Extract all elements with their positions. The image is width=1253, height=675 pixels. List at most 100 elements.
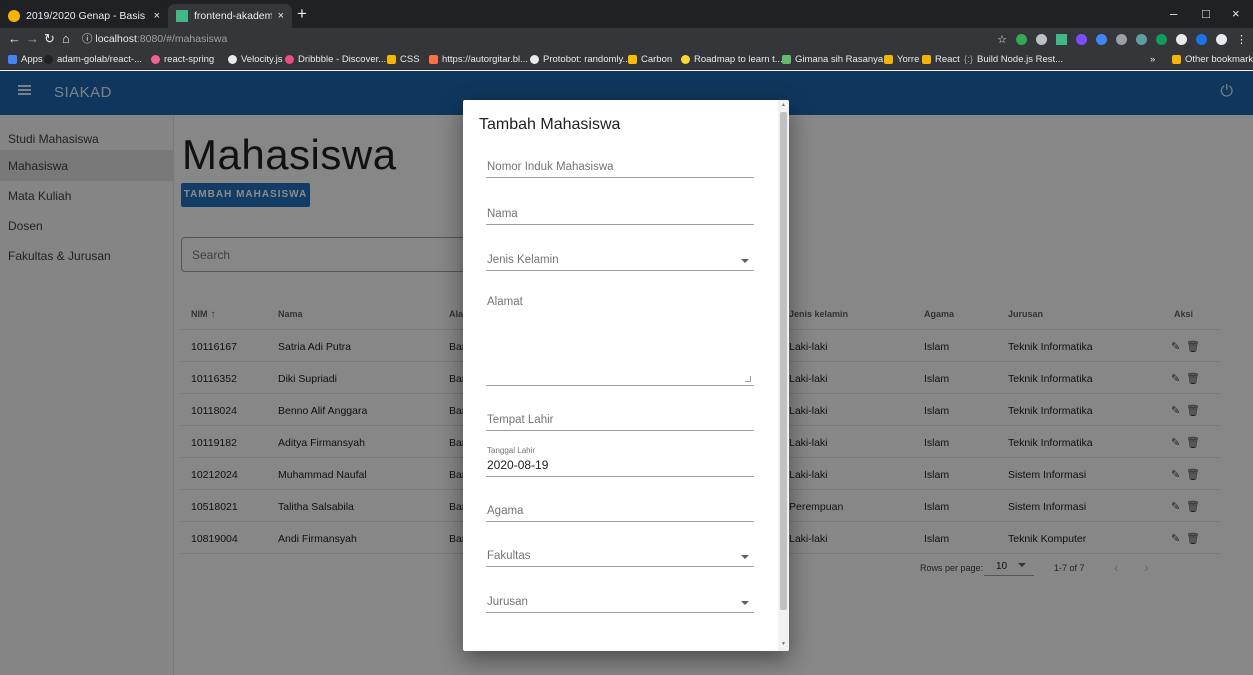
extensions-area: ☆ ⋮ [997, 32, 1247, 46]
dialog-title: Tambah Mahasiswa [479, 116, 621, 133]
fakultas-select[interactable]: Fakultas [486, 548, 754, 567]
folder-icon [922, 55, 931, 64]
tab-close-icon[interactable]: × [278, 10, 284, 22]
star-icon[interactable]: ☆ [997, 33, 1007, 46]
bookmark-item[interactable]: Gimana sih Rasanya... [782, 54, 891, 65]
extension-icon[interactable] [1076, 33, 1087, 45]
bookmarks-bar: Apps adam-golab/react-... react-spring V… [0, 50, 1253, 70]
alamat-placeholder: Alamat [487, 296, 523, 308]
bookmark-apps[interactable]: Apps [8, 54, 43, 65]
bookmark-label: Dribbble - Discover... [298, 54, 387, 65]
bookmark-label: Velocity.js [241, 54, 283, 65]
reload-button[interactable]: ↻ [44, 31, 55, 46]
bookmark-item[interactable]: {:} Build Node.js Rest... [964, 54, 1063, 65]
bookmark-label: Apps [21, 54, 43, 65]
new-tab-button[interactable]: + [297, 5, 307, 22]
tab-close-icon[interactable]: × [154, 10, 160, 22]
back-button[interactable]: ← [8, 31, 21, 46]
tempat-lahir-placeholder: Tempat Lahir [487, 414, 554, 426]
bookmark-label: CSS [400, 54, 420, 65]
address-bar[interactable]: ⓘ localhost:8080/#/mahasiswa [82, 30, 227, 48]
profile-avatar[interactable] [1216, 33, 1227, 45]
folder-icon [1172, 55, 1181, 64]
resize-handle-icon[interactable] [745, 376, 751, 382]
scroll-down-arrow-icon[interactable]: ▼ [781, 641, 786, 647]
extension-icon[interactable] [1196, 33, 1207, 45]
caret-down-icon [741, 259, 749, 263]
bookmark-item[interactable]: Roadmap to learn t... [681, 54, 783, 65]
bookmark-item[interactable]: Velocity.js [228, 54, 283, 65]
tempat-lahir-field[interactable]: Tempat Lahir [486, 412, 754, 431]
bookmark-label: Carbon [641, 54, 673, 65]
bookmark-label: https://autorgitar.bl... [442, 54, 529, 65]
bookmark-item[interactable]: Protobot: randomly... [530, 54, 630, 65]
react-spring-icon [151, 55, 160, 64]
bookmark-label: adam-golab/react-... [57, 54, 143, 65]
home-button[interactable]: ⌂ [62, 31, 70, 46]
extension-icon[interactable] [1176, 33, 1187, 45]
bookmark-item[interactable]: CSS [387, 54, 420, 65]
vue-devtools-icon[interactable] [1056, 33, 1067, 45]
scroll-up-arrow-icon[interactable]: ▲ [781, 102, 786, 108]
tanggal-lahir-label: Tanggal Lahir [487, 446, 536, 455]
close-window-button[interactable]: × [1232, 6, 1240, 21]
jenis-kelamin-select[interactable]: Jenis Kelamin [486, 251, 754, 271]
nim-placeholder: Nomor Induk Mahasiswa [487, 161, 614, 173]
forward-button[interactable]: → [26, 31, 39, 46]
bookmark-item[interactable]: adam-golab/react-... [44, 54, 142, 65]
extension-icon[interactable] [1096, 33, 1107, 45]
other-bookmarks[interactable]: Other bookmarks [1172, 54, 1253, 65]
carbon-icon [628, 55, 637, 64]
extension-icon[interactable] [1156, 33, 1167, 45]
scroll-thumb[interactable] [780, 112, 787, 610]
extension-icon[interactable] [1136, 33, 1147, 45]
agama-field[interactable]: Agama [486, 503, 754, 522]
bookmark-item[interactable]: Yorre [884, 54, 919, 65]
dribbble-icon [285, 55, 294, 64]
dialog-scrollbar[interactable]: ▲ ▼ [778, 100, 789, 651]
tambah-mahasiswa-dialog: Tambah Mahasiswa Nomor Induk Mahasiswa N… [463, 100, 789, 651]
gimana-icon [782, 55, 791, 64]
jenis-kelamin-placeholder: Jenis Kelamin [487, 254, 559, 266]
browser-tab-strip: 2019/2020 Genap - Basis Data 2 × fronten… [0, 0, 1253, 28]
extension-icon[interactable] [1016, 33, 1027, 45]
browser-tab-frontend-akademik[interactable]: frontend-akademik × [168, 4, 292, 28]
bookmark-item[interactable]: react-spring [151, 54, 214, 65]
tab-title: frontend-akademik [194, 10, 272, 22]
bookmark-item[interactable]: React [922, 54, 960, 65]
apps-grid-icon [8, 55, 17, 64]
nama-placeholder: Nama [487, 208, 518, 220]
browser-tab-basis-data[interactable]: 2019/2020 Genap - Basis Data 2 × [0, 4, 168, 28]
bookmark-label: React [935, 54, 960, 65]
bookmark-label: Yorre [897, 54, 920, 65]
browser-toolbar: ← → ↻ ⌂ ⓘ localhost:8080/#/mahasiswa ☆ ⋮ [0, 28, 1253, 50]
alamat-textarea[interactable]: Alamat [486, 296, 754, 386]
bookmark-label: Roadmap to learn t... [694, 54, 783, 65]
bookmark-label: Other bookmarks [1185, 54, 1253, 65]
maximize-button[interactable]: □ [1202, 6, 1210, 21]
tanggal-lahir-value: 2020-08-19 [487, 458, 549, 472]
tanggal-lahir-field[interactable]: Tanggal Lahir 2020-08-19 [486, 446, 754, 477]
braces-icon: {:} [964, 54, 973, 65]
more-bookmarks-button[interactable]: » [1150, 54, 1155, 65]
url-path: :8080/#/mahasiswa [136, 33, 228, 45]
github-icon [44, 55, 53, 64]
folder-icon [884, 55, 893, 64]
vue-favicon-icon [176, 10, 188, 22]
moodle-favicon-icon [8, 10, 20, 22]
extension-icon[interactable] [1116, 33, 1127, 45]
agama-placeholder: Agama [487, 505, 524, 517]
bookmark-item[interactable]: Dribbble - Discover... [285, 54, 386, 65]
info-icon: ⓘ [82, 33, 96, 45]
bookmark-label: Build Node.js Rest... [977, 54, 1064, 65]
jurusan-select[interactable]: Jurusan [486, 594, 754, 613]
url-host: localhost [95, 33, 137, 45]
globe-icon [228, 55, 237, 64]
nim-field[interactable]: Nomor Induk Mahasiswa [486, 158, 754, 178]
menu-kebab-icon[interactable]: ⋮ [1236, 33, 1247, 46]
nama-field[interactable]: Nama [486, 205, 754, 225]
extension-icon[interactable] [1036, 33, 1047, 45]
bookmark-item[interactable]: https://autorgitar.bl... [429, 54, 528, 65]
minimize-button[interactable]: – [1170, 6, 1177, 21]
bookmark-item[interactable]: Carbon [628, 54, 672, 65]
